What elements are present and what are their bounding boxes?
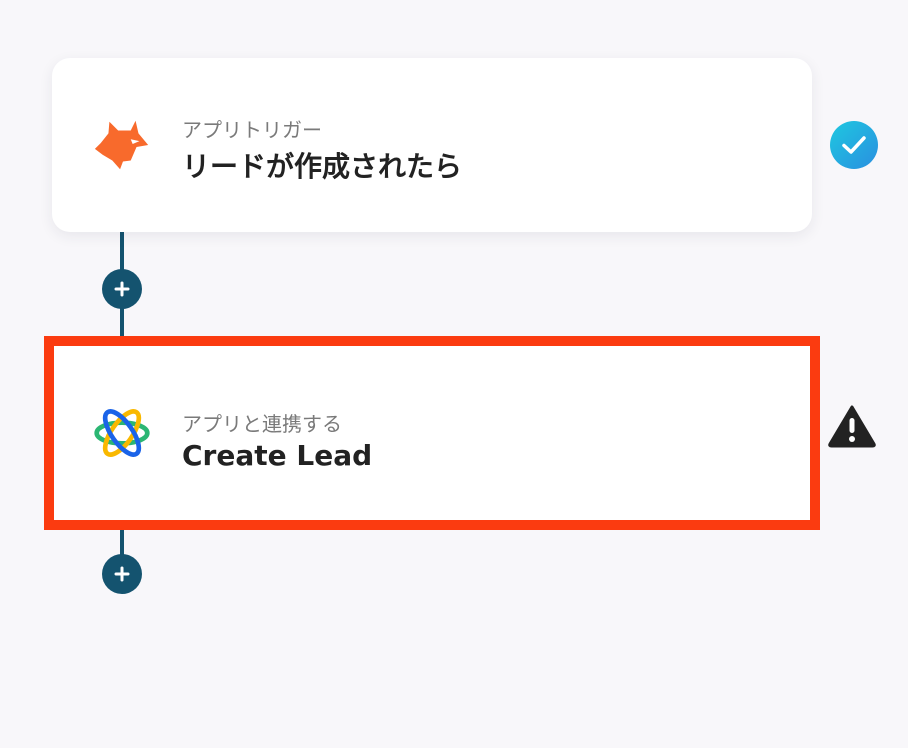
check-circle-icon: [830, 121, 878, 169]
plus-icon: [114, 566, 130, 582]
plus-icon: [114, 281, 130, 297]
trigger-step-card[interactable]: アプリトリガー リードが作成されたら: [52, 58, 812, 232]
fox-icon: [90, 113, 154, 177]
step-title: リードが作成されたら: [182, 150, 463, 183]
step-type-label: アプリと連携する: [182, 412, 342, 436]
step-title: Create Lead: [182, 439, 373, 472]
orbit-logo-icon: [90, 401, 154, 465]
add-step-button[interactable]: [102, 269, 142, 309]
step-type-label: アプリトリガー: [182, 118, 322, 142]
action-step-card[interactable]: アプリと連携する Create Lead: [44, 336, 820, 530]
add-step-button[interactable]: [102, 554, 142, 594]
warning-triangle-icon: [826, 403, 878, 449]
